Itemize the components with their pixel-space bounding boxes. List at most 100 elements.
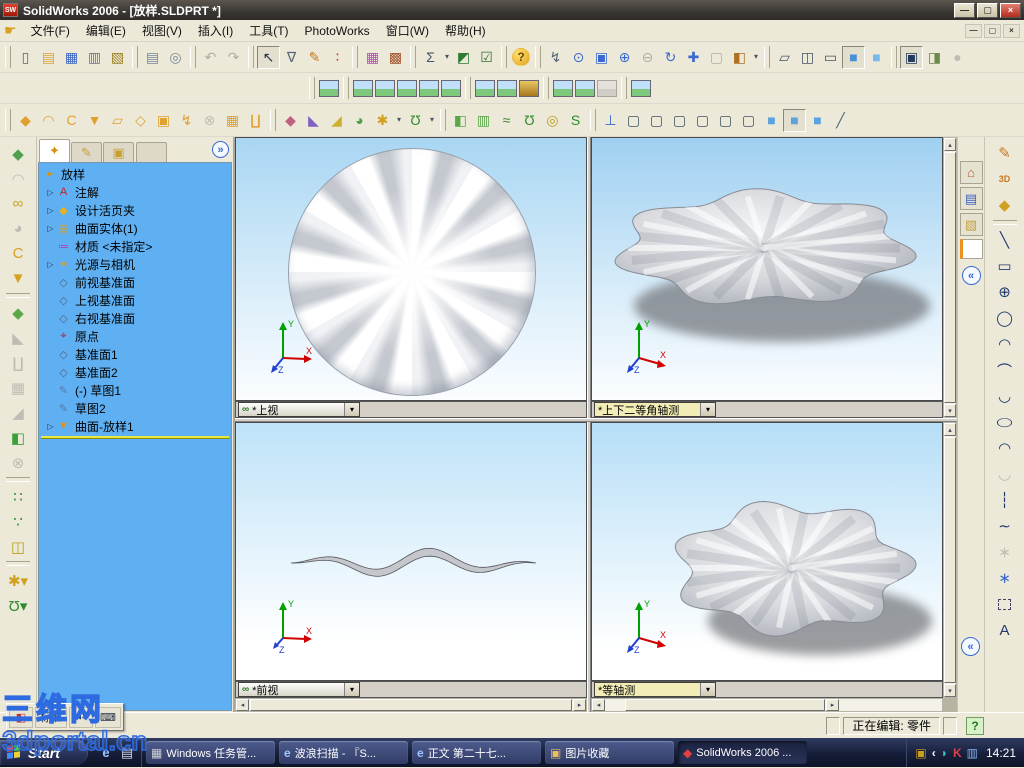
toolbar-button[interactable] bbox=[6, 477, 30, 482]
shaded-button[interactable]: ■ bbox=[865, 46, 888, 69]
photoworks-preview-button[interactable]: ◩ bbox=[452, 46, 475, 69]
toolbar-button[interactable] bbox=[891, 46, 897, 68]
taskbar-button-document[interactable]: e 正文 第二十七... bbox=[412, 741, 541, 764]
tree-item-lights-cameras[interactable]: ▷ ☀ 光源与相机 bbox=[39, 255, 231, 273]
lt-linear-pattern-button[interactable]: ∷ bbox=[5, 484, 32, 509]
design-checker-button[interactable]: ☑ bbox=[475, 46, 498, 69]
viewport-top-left[interactable]: Y X Z bbox=[235, 137, 587, 401]
panel-tab-propertymanager[interactable]: ✎ bbox=[71, 142, 102, 162]
back-view-button[interactable]: ▢ bbox=[645, 109, 668, 132]
sk-ellipse-button[interactable]: ◯ bbox=[991, 409, 1018, 435]
ime-mode-button[interactable]: 标准 bbox=[35, 706, 67, 728]
texture-button[interactable]: ▩ bbox=[384, 46, 407, 69]
scrollbar-thumb[interactable] bbox=[625, 699, 825, 711]
pw-render-area-button[interactable] bbox=[353, 79, 373, 97]
taskbar-button-pictures[interactable]: ▣ 图片收藏 bbox=[545, 741, 674, 764]
scroll-down-icon[interactable]: ▾ bbox=[944, 684, 956, 697]
chevron-down-icon[interactable]: ▾ bbox=[700, 683, 715, 696]
bottom-view-button[interactable]: ▢ bbox=[737, 109, 760, 132]
pw-scene-editor-button[interactable] bbox=[497, 79, 517, 97]
revolved-boss-button[interactable]: ◠ bbox=[37, 109, 60, 132]
expander-icon[interactable]: ▷ bbox=[45, 206, 56, 215]
expander-icon[interactable]: ▷ bbox=[45, 224, 56, 233]
tree-item-design-binder[interactable]: ▷ ◆ 设计活页夹 bbox=[39, 201, 231, 219]
lt-extruded-boss-button[interactable]: ◆ bbox=[5, 141, 32, 166]
viewport-top-right[interactable]: Y X Z bbox=[591, 137, 943, 401]
toolbar-button[interactable] bbox=[535, 46, 541, 68]
tree-item-material[interactable]: ≔ 材质 <未指定> bbox=[39, 237, 231, 255]
pw-cut-appearance-button[interactable] bbox=[553, 79, 573, 97]
rollback-bar[interactable] bbox=[41, 436, 229, 439]
lt-revolved-boss-button[interactable]: ◠ bbox=[5, 166, 32, 191]
taskpane-tab-file-explorer[interactable]: ▧ bbox=[959, 213, 983, 236]
toolbar-button[interactable] bbox=[992, 220, 1017, 225]
toolbar-button[interactable] bbox=[590, 109, 596, 131]
rotate-view-button[interactable]: ↻ bbox=[659, 46, 682, 69]
left-view-button[interactable]: ▢ bbox=[668, 109, 691, 132]
chevron-down-icon[interactable]: ▾ bbox=[700, 403, 715, 416]
reference-geometry-button[interactable]: ✱ bbox=[371, 109, 394, 132]
lt-curves-button[interactable]: Ʊ▾ bbox=[5, 593, 32, 618]
revolved-surface-button[interactable]: ▥ bbox=[472, 109, 495, 132]
lt-dome-button[interactable]: ◕ bbox=[5, 216, 32, 241]
panel-tab-featuremanager[interactable]: ✦ bbox=[39, 139, 70, 162]
taskpane-tab-design-library[interactable]: ▤ bbox=[959, 187, 983, 210]
taskpane-collapse-chevron-icon[interactable]: « bbox=[961, 266, 981, 285]
swept-boss-button[interactable]: C bbox=[60, 109, 83, 132]
extruded-cut-button[interactable]: ◇ bbox=[129, 109, 152, 132]
toolbar-button[interactable] bbox=[440, 109, 446, 131]
menu-item[interactable]: 窗口(W) bbox=[378, 20, 437, 41]
taskbar-button-solidworks[interactable]: ◆ SolidWorks 2006 ... bbox=[678, 741, 807, 764]
pw-render-cursor-button[interactable] bbox=[419, 79, 439, 97]
view-orientation-button[interactable]: ◧ bbox=[728, 46, 751, 69]
toolbar-button[interactable] bbox=[6, 293, 30, 298]
sketch-pencil-button[interactable]: ✎ bbox=[303, 46, 326, 69]
lt-rib-button[interactable]: ∐ bbox=[5, 350, 32, 375]
tree-item-front-plane[interactable]: ◇ 前视基准面 bbox=[39, 273, 231, 291]
sk-selection-box-button[interactable]: ▫ bbox=[991, 591, 1018, 617]
scrollbar-thumb[interactable] bbox=[944, 152, 956, 403]
dimetric-view-button[interactable]: ■ bbox=[806, 109, 829, 132]
scroll-right-icon[interactable]: ▸ bbox=[826, 699, 839, 711]
tree-root-item[interactable]: ✦ 放样 bbox=[39, 165, 231, 183]
realview-button[interactable]: ● bbox=[946, 46, 969, 69]
curves-caret[interactable]: ▾ bbox=[427, 109, 437, 132]
sk-line-button[interactable]: ╲ bbox=[991, 227, 1018, 253]
menu-item[interactable]: 文件(F) bbox=[23, 20, 78, 41]
isometric-view-button[interactable]: ■ bbox=[760, 109, 783, 132]
pw-paste-appearance-button[interactable] bbox=[597, 79, 617, 97]
lt-sweep-button[interactable]: C bbox=[5, 241, 32, 266]
panel-tab-photoworks[interactable] bbox=[136, 142, 167, 162]
doc-minimize-button[interactable]: — bbox=[965, 23, 982, 38]
toolbar-button[interactable] bbox=[352, 46, 358, 68]
scroll-down-icon[interactable]: ▾ bbox=[944, 404, 956, 417]
hidden-lines-removed-button[interactable]: ▭ bbox=[819, 46, 842, 69]
view-orientation-caret[interactable]: ▾ bbox=[751, 46, 761, 69]
pw-render-last-button[interactable] bbox=[397, 79, 417, 97]
pw-copy-appearance-button[interactable] bbox=[575, 79, 595, 97]
taskpane-tab-resources[interactable]: ⌂ bbox=[959, 161, 983, 184]
zoom-area-button[interactable]: ▣ bbox=[590, 46, 613, 69]
sk-polygon-button[interactable]: ◯ bbox=[991, 305, 1018, 331]
shell-button[interactable]: ▦ bbox=[221, 109, 244, 132]
hole-wizard-button[interactable]: ⊗ bbox=[198, 109, 221, 132]
make-drawing-button[interactable]: ▥ bbox=[83, 46, 106, 69]
tray-icon-network[interactable]: ▥ bbox=[967, 746, 978, 760]
toolbar-button[interactable] bbox=[132, 46, 138, 68]
toolbar-button[interactable] bbox=[309, 77, 315, 99]
front-view-button[interactable]: ▢ bbox=[622, 109, 645, 132]
vertical-splitter[interactable] bbox=[587, 137, 591, 712]
scroll-right-icon[interactable]: ▸ bbox=[573, 699, 586, 711]
traffic-light-button[interactable]: ∶ bbox=[326, 46, 349, 69]
shadows-button[interactable]: ▣ bbox=[900, 45, 923, 69]
tree-item-top-plane[interactable]: ◇ 上视基准面 bbox=[39, 291, 231, 309]
toolbar-button[interactable] bbox=[6, 561, 30, 566]
make-assembly-button[interactable]: ▧ bbox=[106, 46, 129, 69]
menu-item[interactable]: 帮助(H) bbox=[437, 20, 494, 41]
minimize-button[interactable]: — bbox=[954, 2, 975, 18]
menu-item[interactable]: 编辑(E) bbox=[78, 20, 134, 41]
taskbar-button-task-manager[interactable]: ▦ Windows 任务管... bbox=[146, 741, 275, 764]
doc-restore-button[interactable]: ▢ bbox=[984, 23, 1001, 38]
tree-item-surface-loft1[interactable]: ▷ ▼ 曲面-放样1 bbox=[39, 417, 231, 435]
scrollbar-thumb[interactable] bbox=[250, 699, 572, 711]
